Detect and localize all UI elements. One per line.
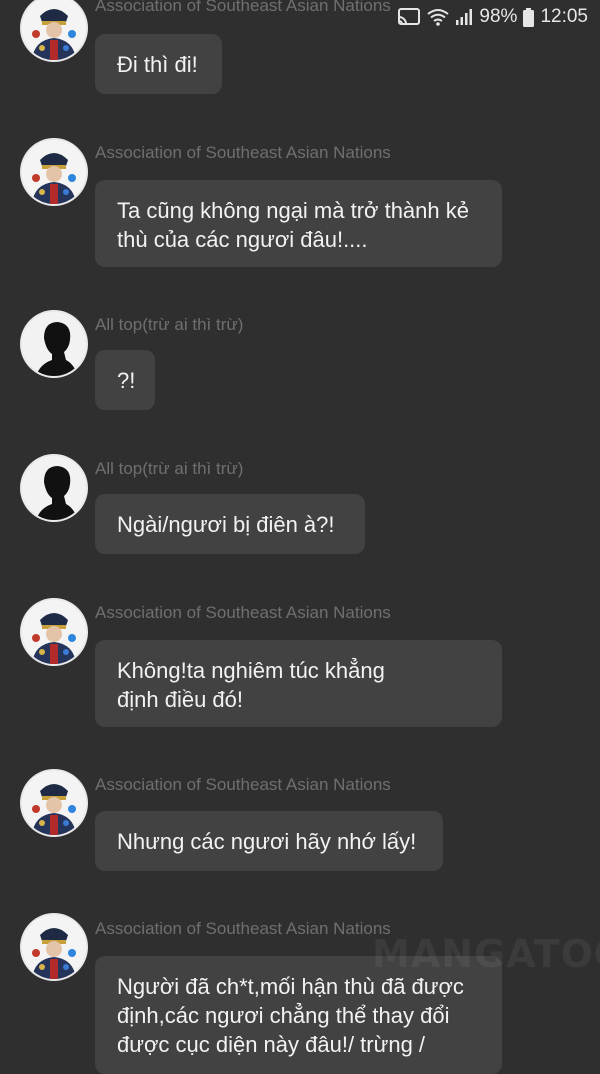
silhouette-avatar[interactable] bbox=[22, 456, 86, 520]
battery-percent: 98% bbox=[479, 6, 518, 27]
watermark: MANGATOON bbox=[372, 932, 600, 976]
sender-name: Association of Southeast Asian Nations bbox=[95, 775, 391, 794]
message-bubble[interactable]: Đi thì đi! bbox=[95, 34, 222, 94]
asean-avatar[interactable] bbox=[22, 771, 86, 835]
status-bar: 98% 12:05 bbox=[397, 0, 600, 34]
message-bubble[interactable]: Nhưng các ngươi hãy nhớ lấy! bbox=[95, 811, 443, 871]
clock-time: 12:05 bbox=[540, 6, 588, 27]
wifi-icon bbox=[427, 8, 450, 26]
asean-avatar[interactable] bbox=[22, 600, 86, 664]
message-bubble[interactable]: ?! bbox=[95, 350, 155, 410]
signal-icon bbox=[455, 8, 473, 26]
message-bubble[interactable]: Ngài/ngươi bị điên à?! bbox=[95, 494, 365, 554]
asean-avatar[interactable] bbox=[22, 140, 86, 204]
cast-icon bbox=[397, 7, 421, 27]
sender-name: Association of Southeast Asian Nations bbox=[95, 919, 391, 938]
sender-name: Association of Southeast Asian Nations bbox=[95, 0, 391, 15]
message-bubble[interactable]: Ta cũng không ngại mà trở thành kẻ thù c… bbox=[95, 180, 502, 267]
sender-name: All top(trừ ai thì trừ) bbox=[95, 459, 244, 478]
battery-icon bbox=[523, 7, 535, 27]
sender-name: Association of Southeast Asian Nations bbox=[95, 143, 391, 162]
message-bubble[interactable]: Không!ta nghiêm túc khẳng định điều đó! bbox=[95, 640, 502, 727]
asean-avatar[interactable] bbox=[22, 915, 86, 979]
asean-avatar[interactable] bbox=[22, 0, 86, 60]
sender-name: Association of Southeast Asian Nations bbox=[95, 603, 391, 622]
sender-name: All top(trừ ai thì trừ) bbox=[95, 315, 244, 334]
silhouette-avatar[interactable] bbox=[22, 312, 86, 376]
